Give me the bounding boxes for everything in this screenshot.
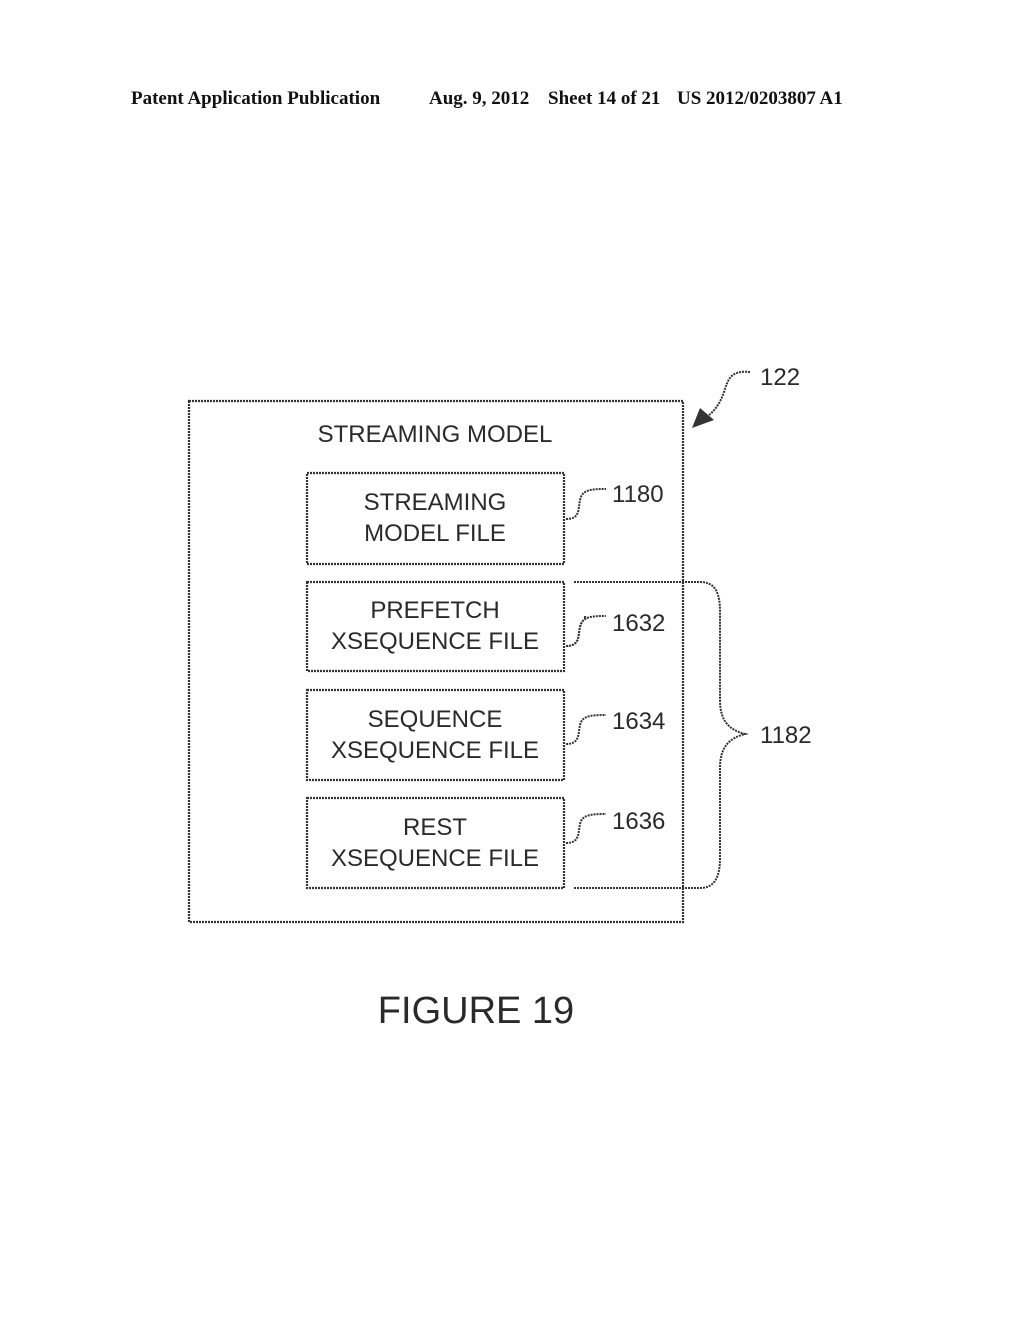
box-2-line-1: PREFETCH <box>370 597 499 624</box>
ref-122-label: 122 <box>760 364 800 391</box>
ref-1634-leader <box>565 714 607 745</box>
box-3-line-1: SEQUENCE <box>368 706 503 733</box>
ref-122-leader <box>704 370 751 419</box>
ref-1636-leader <box>565 813 607 844</box>
streaming-model-file-box <box>305 471 566 566</box>
box-1-line-2: MODEL FILE <box>364 520 506 547</box>
figure-diagram: STREAMING MODEL 122 STREAMING MODEL FILE… <box>187 364 812 1032</box>
arrow-head-icon <box>692 408 714 428</box>
box-3-line-2: XSEQUENCE FILE <box>331 737 539 764</box>
ref-1180-label: 1180 <box>612 481 664 508</box>
figure-caption: FIGURE 19 <box>378 990 574 1032</box>
streaming-model-box <box>187 399 685 924</box>
box-1-line-1: STREAMING <box>364 489 507 516</box>
box-2-line-2: XSEQUENCE FILE <box>331 628 539 655</box>
box-4-line-2: XSEQUENCE FILE <box>331 845 539 872</box>
ref-1182-label: 1182 <box>760 722 812 749</box>
sequence-xsequence-file-box <box>305 688 566 782</box>
rest-xsequence-file-box <box>305 796 566 890</box>
ref-1636-label: 1636 <box>612 808 665 835</box>
ref-1634-label: 1634 <box>612 708 665 735</box>
box-4-line-1: REST <box>403 814 467 841</box>
streaming-model-title: STREAMING MODEL <box>318 421 553 448</box>
prefetch-xsequence-file-box <box>305 580 566 673</box>
ref-1180-leader <box>565 488 607 520</box>
ref-1632-label: 1632 <box>612 610 665 637</box>
ref-1632-leader <box>565 615 607 647</box>
